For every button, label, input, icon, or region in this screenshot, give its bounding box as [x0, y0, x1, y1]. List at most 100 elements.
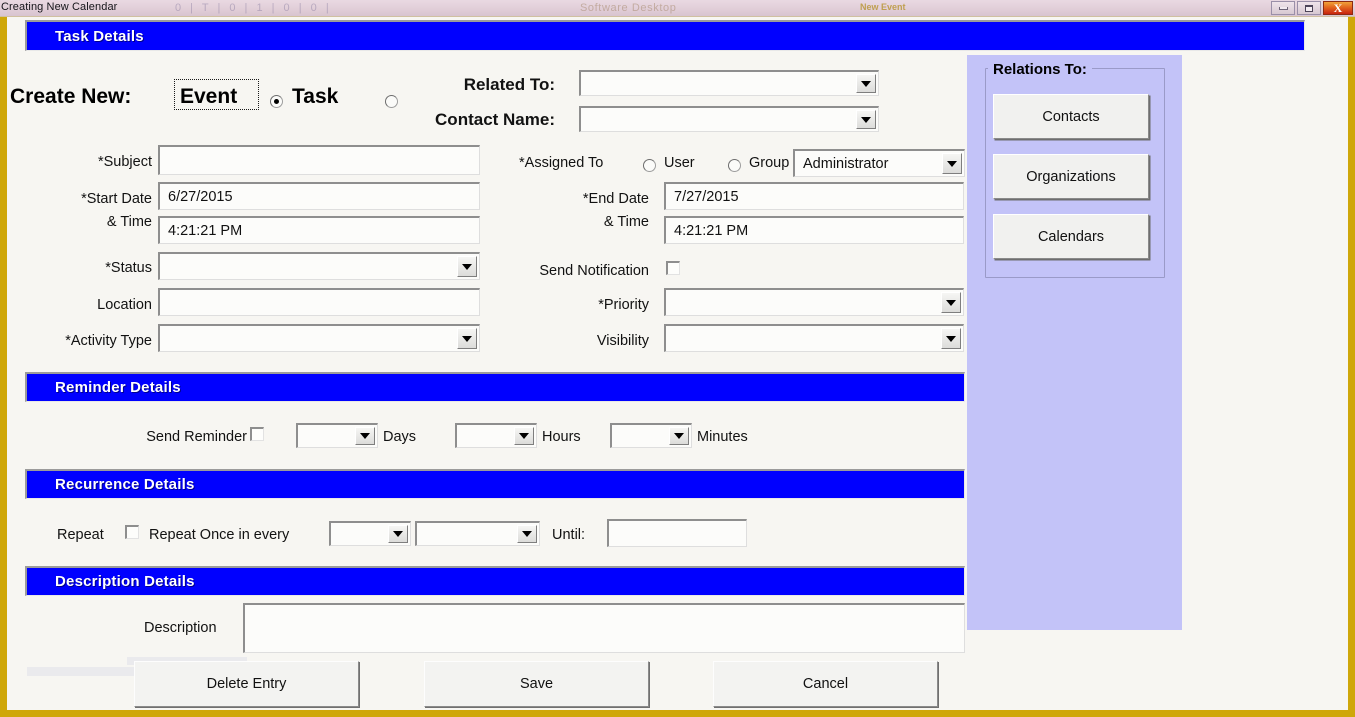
- titlebar-ghost-text-3: New Event: [860, 2, 906, 12]
- repeat-once-label: Repeat Once in every: [149, 527, 289, 543]
- recurrence-interval-select[interactable]: [329, 521, 411, 546]
- status-label: *Status: [27, 260, 152, 276]
- end-time-input[interactable]: 4:21:21 PM: [664, 216, 964, 244]
- relations-button-organizations-label: Organizations: [1026, 169, 1115, 185]
- restore-button[interactable]: [1297, 1, 1321, 15]
- radio-assigned-group[interactable]: [728, 159, 741, 172]
- subject-label: *Subject: [27, 154, 152, 170]
- start-date-input[interactable]: 6/27/2015: [158, 182, 480, 210]
- relations-button-calendars-label: Calendars: [1038, 229, 1104, 245]
- assignee-select[interactable]: Administrator: [793, 149, 965, 177]
- delete-entry-label: Delete Entry: [207, 676, 287, 692]
- start-date-label-line1: *Start Date: [27, 191, 152, 207]
- visibility-select[interactable]: [664, 324, 964, 352]
- task-label: Task: [292, 85, 338, 109]
- description-textarea[interactable]: [243, 603, 965, 653]
- location-label: Location: [27, 297, 152, 313]
- reminder-hours-label: Hours: [542, 429, 581, 445]
- contact-name-label: Contact Name:: [367, 110, 555, 130]
- end-time-value: 4:21:21 PM: [674, 223, 748, 239]
- chevron-down-icon[interactable]: [856, 74, 876, 93]
- minimize-icon: [1279, 7, 1288, 10]
- radio-event[interactable]: [270, 95, 283, 108]
- radio-assigned-user[interactable]: [643, 159, 656, 172]
- priority-label: *Priority: [519, 297, 649, 313]
- titlebar-ghost-text-2: Software Desktop: [580, 2, 676, 14]
- location-input[interactable]: [158, 288, 480, 316]
- start-time-input[interactable]: 4:21:21 PM: [158, 216, 480, 244]
- recurrence-unit-select[interactable]: [415, 521, 540, 546]
- chevron-down-icon[interactable]: [669, 427, 689, 445]
- start-date-value: 6/27/2015: [168, 189, 233, 205]
- window-titlebar: Creating New Calendar 0 | T | 0 | 1 | 0 …: [0, 0, 1355, 17]
- send-notification-checkbox[interactable]: [666, 261, 680, 275]
- start-date-label-line2: & Time: [27, 214, 152, 230]
- section-header-recurrence-details: Recurrence Details: [25, 469, 965, 499]
- event-label: Event: [180, 85, 237, 109]
- subject-input[interactable]: [158, 145, 480, 175]
- repeat-checkbox[interactable]: [125, 525, 139, 539]
- chevron-down-icon[interactable]: [457, 328, 477, 349]
- application-window: Creating New Calendar 0 | T | 0 | 1 | 0 …: [0, 0, 1355, 717]
- reminder-hours-select[interactable]: [455, 423, 537, 448]
- relations-groupbox-title: Relations To:: [988, 61, 1092, 78]
- related-to-label: Related To:: [407, 75, 555, 95]
- save-label: Save: [520, 676, 553, 692]
- chevron-down-icon[interactable]: [514, 427, 534, 445]
- chevron-down-icon[interactable]: [388, 525, 408, 543]
- until-input[interactable]: [607, 519, 747, 547]
- assigned-to-label: *Assigned To: [519, 155, 603, 171]
- delete-entry-button[interactable]: Delete Entry: [134, 661, 359, 707]
- minimize-button[interactable]: [1271, 1, 1295, 15]
- cancel-label: Cancel: [803, 676, 848, 692]
- visibility-label: Visibility: [519, 333, 649, 349]
- relations-button-calendars[interactable]: Calendars: [993, 214, 1149, 259]
- description-label: Description: [144, 620, 217, 636]
- assigned-user-label: User: [664, 155, 695, 171]
- section-header-task-details: Task Details: [25, 20, 1305, 51]
- status-select[interactable]: [158, 252, 480, 280]
- titlebar-ghost-text-1: 0 | T | 0 | 1 | 0 | 0 |: [175, 2, 332, 14]
- reminder-days-label: Days: [383, 429, 416, 445]
- send-reminder-checkbox[interactable]: [250, 427, 264, 441]
- chevron-down-icon[interactable]: [355, 427, 375, 445]
- repeat-label: Repeat: [57, 527, 104, 543]
- end-date-label-line2: & Time: [519, 214, 649, 230]
- related-to-select[interactable]: [579, 70, 879, 96]
- end-date-input[interactable]: 7/27/2015: [664, 182, 964, 210]
- section-header-reminder-details: Reminder Details: [25, 372, 965, 402]
- cancel-button[interactable]: Cancel: [713, 661, 938, 707]
- chevron-down-icon[interactable]: [856, 110, 876, 129]
- contact-name-select[interactable]: [579, 106, 879, 132]
- close-button[interactable]: X: [1323, 1, 1353, 15]
- reminder-minutes-select[interactable]: [610, 423, 692, 448]
- restore-icon: [1305, 5, 1313, 12]
- form-client-area: Task Details Create New: Event Task Rela…: [7, 17, 1348, 710]
- end-date-label-line1: *End Date: [519, 191, 649, 207]
- chevron-down-icon[interactable]: [941, 328, 961, 349]
- send-reminder-label: Send Reminder: [87, 429, 247, 445]
- reminder-days-select[interactable]: [296, 423, 378, 448]
- send-notification-label: Send Notification: [467, 263, 649, 279]
- radio-task[interactable]: [385, 95, 398, 108]
- section-header-description-details: Description Details: [25, 566, 965, 596]
- activity-type-label: *Activity Type: [17, 333, 152, 349]
- save-button[interactable]: Save: [424, 661, 649, 707]
- reminder-minutes-label: Minutes: [697, 429, 748, 445]
- end-date-value: 7/27/2015: [674, 189, 739, 205]
- relations-button-organizations[interactable]: Organizations: [993, 154, 1149, 199]
- chevron-down-icon[interactable]: [942, 153, 962, 174]
- priority-select[interactable]: [664, 288, 964, 316]
- until-label: Until:: [552, 527, 585, 543]
- assignee-value: Administrator: [803, 156, 888, 172]
- create-new-label: Create New:: [10, 85, 131, 109]
- relations-button-contacts-label: Contacts: [1042, 109, 1099, 125]
- relations-button-contacts[interactable]: Contacts: [993, 94, 1149, 139]
- assigned-group-label: Group: [749, 155, 789, 171]
- window-controls: X: [1271, 1, 1353, 15]
- chevron-down-icon[interactable]: [941, 292, 961, 313]
- window-title: Creating New Calendar: [1, 1, 117, 13]
- start-time-value: 4:21:21 PM: [168, 223, 242, 239]
- activity-type-select[interactable]: [158, 324, 480, 352]
- chevron-down-icon[interactable]: [517, 525, 537, 543]
